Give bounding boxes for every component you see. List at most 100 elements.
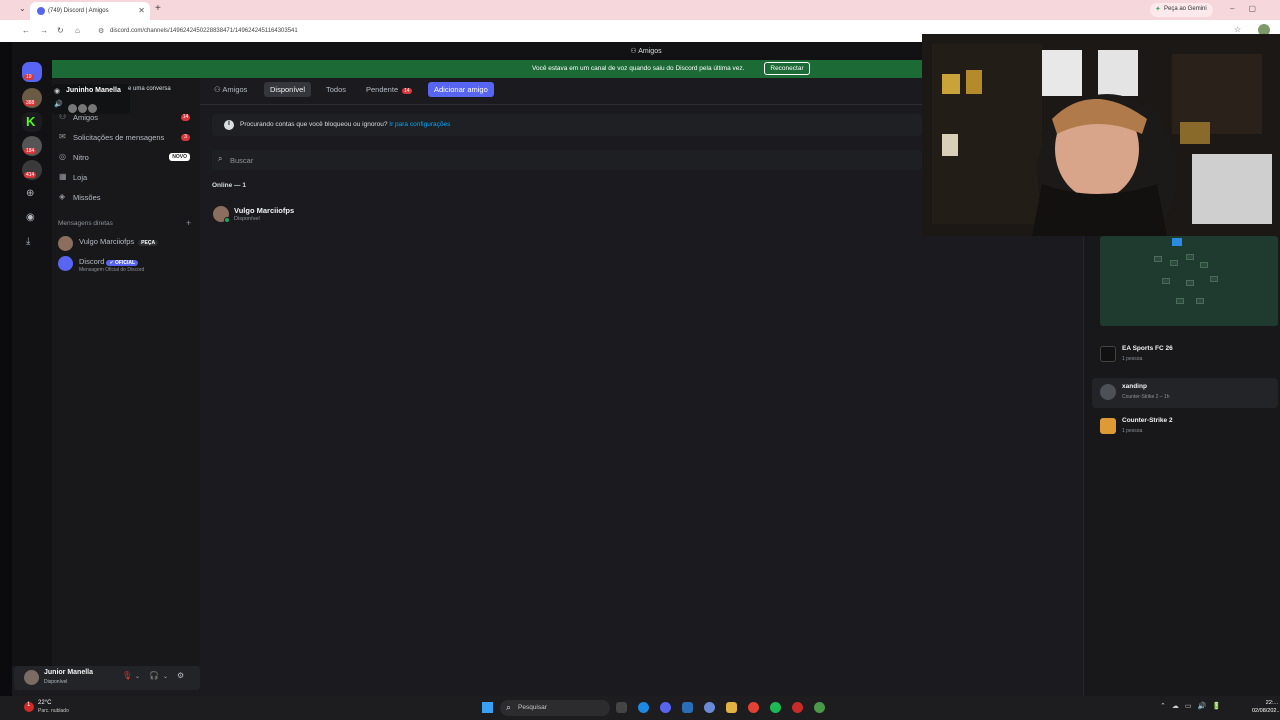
tab-label: Pendente [366, 85, 399, 94]
cs2-game-icon [1100, 418, 1116, 434]
dm-tag: PEÇA [138, 240, 159, 246]
player-marker [1186, 254, 1194, 260]
quests-icon: ◈ [59, 192, 66, 201]
tab-pendente[interactable]: Pendente 14 [360, 82, 418, 97]
search-input[interactable] [230, 154, 530, 166]
sidebar-item-message-requests[interactable]: ✉ Solicitações de mensagens 3 [58, 128, 198, 146]
add-server-icon[interactable]: ⊕ [26, 188, 34, 199]
server-kick[interactable]: K [22, 112, 42, 132]
spotify-icon[interactable] [770, 702, 781, 713]
new-badge: NOVO [169, 153, 190, 161]
activity-xandinp[interactable]: xandinp Counter-Strike 2 – 1h [1092, 378, 1278, 408]
window-controls[interactable]: –▢ [1230, 4, 1270, 13]
unread-badge: 184 [24, 148, 37, 154]
reconnect-button[interactable]: Reconectar [764, 62, 810, 75]
message-requests-icon: ✉ [59, 132, 66, 141]
home-icon[interactable]: ⌂ [75, 26, 80, 35]
back-icon[interactable]: ← [22, 26, 30, 35]
sidebar-item-shop[interactable]: ▦ Loja [58, 168, 198, 186]
online-status-dot [224, 217, 230, 223]
windows-start-icon[interactable] [482, 702, 493, 713]
sidebar-item-quests[interactable]: ◈ Missões [58, 188, 198, 206]
server-icon: ◉ [54, 88, 61, 95]
sidebar-item-label: Loja [73, 173, 88, 182]
tab-disponivel[interactable]: Disponível [264, 82, 312, 97]
gemini-button[interactable]: Peça ao Gemini [1150, 3, 1213, 17]
url-text: discord.com/channels/1496242450228838471… [110, 28, 298, 34]
activity-sub: 1 pessoa [1122, 356, 1143, 362]
dm-item-vulgo[interactable]: Vulgo Marciiofps PEÇA [58, 234, 198, 256]
kick-icon: K [26, 114, 36, 129]
friend-name: Vulgo Marciiofps [234, 206, 295, 215]
activity-name: xandinp [1122, 383, 1147, 390]
live-indicator [1172, 238, 1182, 246]
system-tray[interactable]: ⌃☁▭🔊🔋 [1160, 702, 1227, 710]
gear-icon[interactable]: ⚙ [177, 671, 184, 680]
info-text: Procurando contas que você bloqueou ou i… [240, 121, 450, 128]
forward-icon[interactable]: → [40, 26, 48, 35]
discord-taskbar-icon[interactable] [660, 702, 671, 713]
browser-tab-bar: ⌄ (749) Discord | Amigos ✕ + Peça ao Gem… [0, 0, 1280, 20]
browser-tab[interactable]: (749) Discord | Amigos ✕ [30, 2, 150, 20]
chevron-down-icon[interactable]: ⌄ [135, 673, 140, 680]
server-rail: 19 388 K 184 414 ⊕ ◉ ⤓ [12, 60, 52, 666]
tab-todos[interactable]: Todos [320, 82, 352, 97]
mic-muted-icon[interactable]: 🎙 [122, 671, 132, 680]
chevron-down-icon[interactable]: ⌄ [163, 673, 168, 680]
download-icon[interactable]: ⤓ [26, 236, 30, 247]
edge-icon[interactable] [638, 702, 649, 713]
voice-notice-bar: Você estava em um canal de voz quando sa… [12, 60, 922, 78]
taskbar-search[interactable]: Pesquisar [500, 700, 610, 716]
chrome-profile-icon[interactable] [814, 702, 825, 713]
channel-sidebar [52, 78, 200, 666]
file-explorer-icon[interactable] [726, 702, 737, 713]
headphones-icon[interactable]: 🎧 [149, 671, 159, 680]
browser-tab-title: (749) Discord | Amigos [48, 8, 109, 14]
task-view-icon[interactable] [616, 702, 627, 713]
discord-favicon-icon [37, 7, 45, 15]
tooltip-partial-text: e uma conversa [128, 86, 171, 92]
streamer-webcam-image [922, 34, 1280, 236]
chrome-icon[interactable] [748, 702, 759, 713]
app-icon[interactable] [792, 702, 803, 713]
add-dm-button[interactable]: + [186, 218, 191, 228]
app-icon[interactable] [682, 702, 693, 713]
dm-item-discord[interactable]: Discord ✓ OFICIAL Mensagem Oficial do Dis… [58, 254, 198, 276]
bookmark-star-icon[interactable]: ☆ [1234, 25, 1241, 34]
divider [200, 104, 922, 105]
clock[interactable]: 22:... 02/08/202... [1252, 699, 1280, 715]
new-tab-button[interactable]: + [155, 3, 161, 14]
player-marker [1210, 276, 1218, 282]
activity-ea-fc[interactable]: EA Sports FC 26 1 pessoa [1092, 340, 1278, 370]
dm-name-text: Discord [79, 257, 105, 266]
info-icon: i [224, 120, 234, 130]
add-friend-button[interactable]: Adicionar amigo [428, 82, 494, 97]
sidebar-badge: 14 [181, 114, 190, 121]
user-status: Disponível [44, 679, 68, 685]
friend-row[interactable]: Vulgo Marciiofps Disponível [212, 200, 922, 228]
player-marker [1162, 278, 1170, 284]
dm-subtitle: Mensagem Oficial do Discord [79, 267, 145, 273]
site-info-icon[interactable]: ⚙ [98, 27, 104, 35]
avatar[interactable] [24, 670, 39, 685]
activity-cs2[interactable]: Counter-Strike 2 1 pessoa [1092, 412, 1278, 442]
sidebar-item-label: Missões [73, 193, 101, 202]
server-tooltip: ◉ Juninho Manella 🔊 [52, 84, 130, 114]
close-tab-icon[interactable]: ✕ [138, 6, 145, 15]
dm-name: Discord ✓ OFICIAL [79, 257, 139, 266]
shop-icon: ▦ [59, 172, 67, 181]
tab-search-icon[interactable]: ⌄ [19, 4, 26, 13]
online-count-header: Online — 1 [212, 182, 246, 189]
game-stream-thumbnail[interactable] [1100, 236, 1278, 326]
clock-date: 02/08/202... [1252, 708, 1280, 714]
unread-badge: 414 [24, 172, 37, 178]
dm-name: Vulgo Marciiofps PEÇA [79, 237, 159, 246]
friend-search: ⌕ [212, 150, 922, 170]
discover-icon[interactable]: ◉ [26, 212, 35, 223]
reload-icon[interactable]: ↻ [57, 26, 64, 35]
settings-link[interactable]: Ir para configurações [389, 121, 450, 128]
sidebar-badge: 3 [181, 134, 190, 141]
dm-name-text: Vulgo Marciiofps [79, 237, 135, 246]
app-icon[interactable] [704, 702, 715, 713]
sidebar-item-nitro[interactable]: ◎ Nitro NOVO [58, 148, 198, 166]
